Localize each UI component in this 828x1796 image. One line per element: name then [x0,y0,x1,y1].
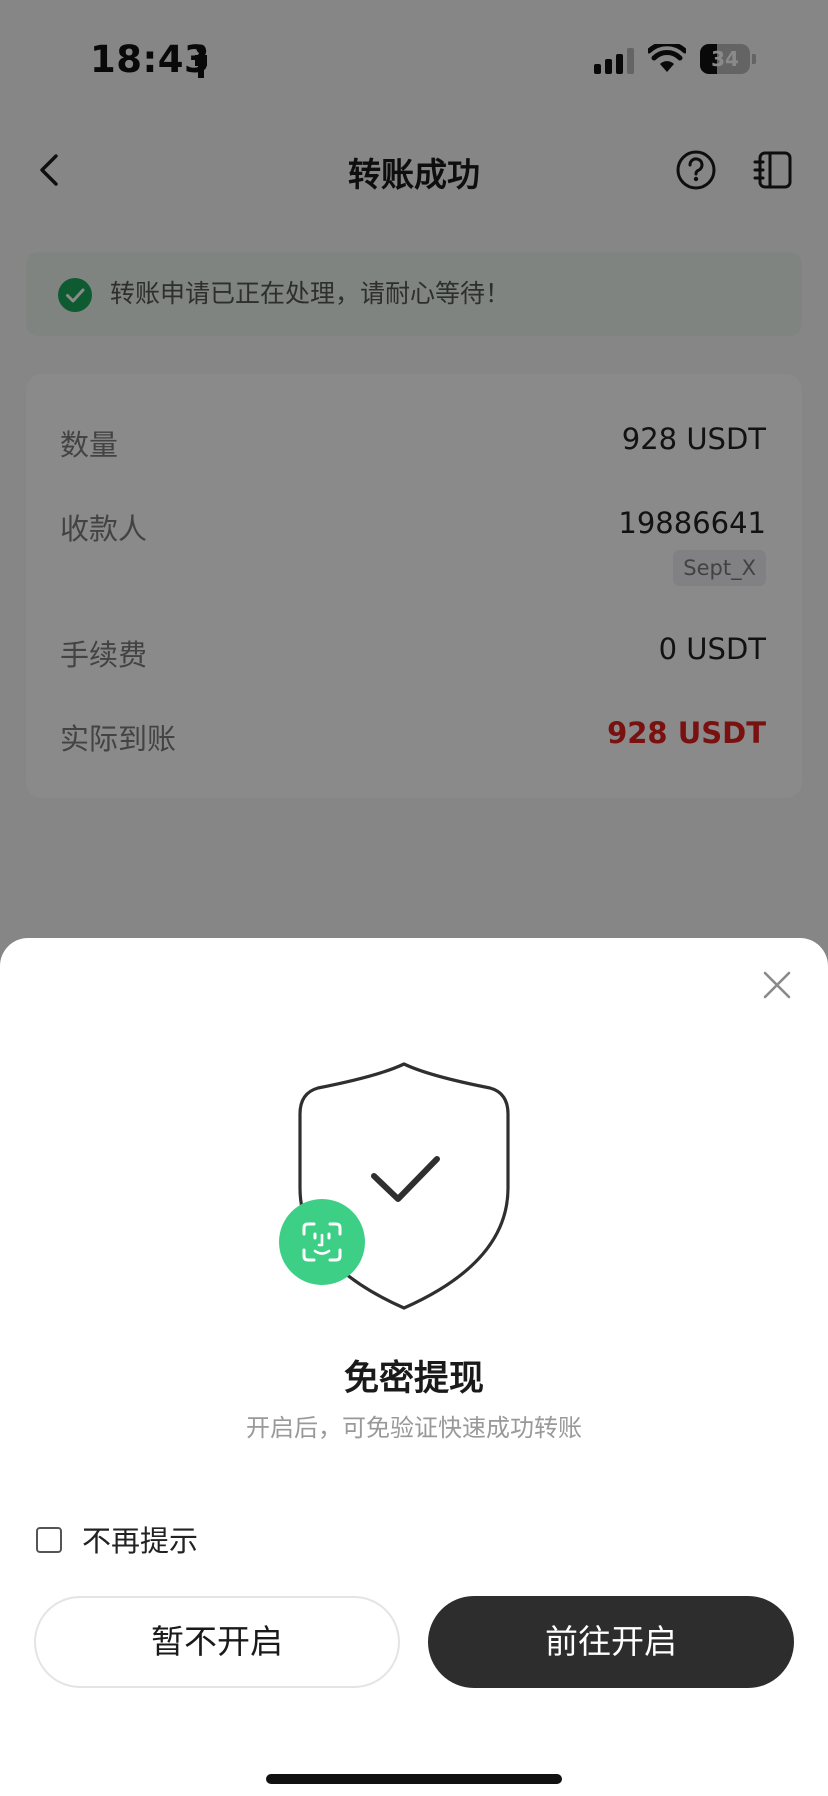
not-now-button[interactable]: 暂不开启 [34,1596,400,1688]
enable-now-button[interactable]: 前往开启 [428,1596,794,1688]
home-indicator [266,1774,562,1784]
sheet-title: 免密提现 [343,1359,484,1399]
checkbox-box[interactable] [36,1527,62,1553]
face-id-icon [279,1199,365,1285]
shield-check-icon [279,1062,510,1310]
checkbox-label: 不再提示 [82,1524,199,1558]
close-icon[interactable] [758,966,796,1004]
sheet-description: 开启后，可免验证快速成功转账 [246,1414,582,1442]
passwordless-bottom-sheet: 免密提现 开启后，可免验证快速成功转账 不再提示 暂不开启 前往开启 [0,938,828,1796]
